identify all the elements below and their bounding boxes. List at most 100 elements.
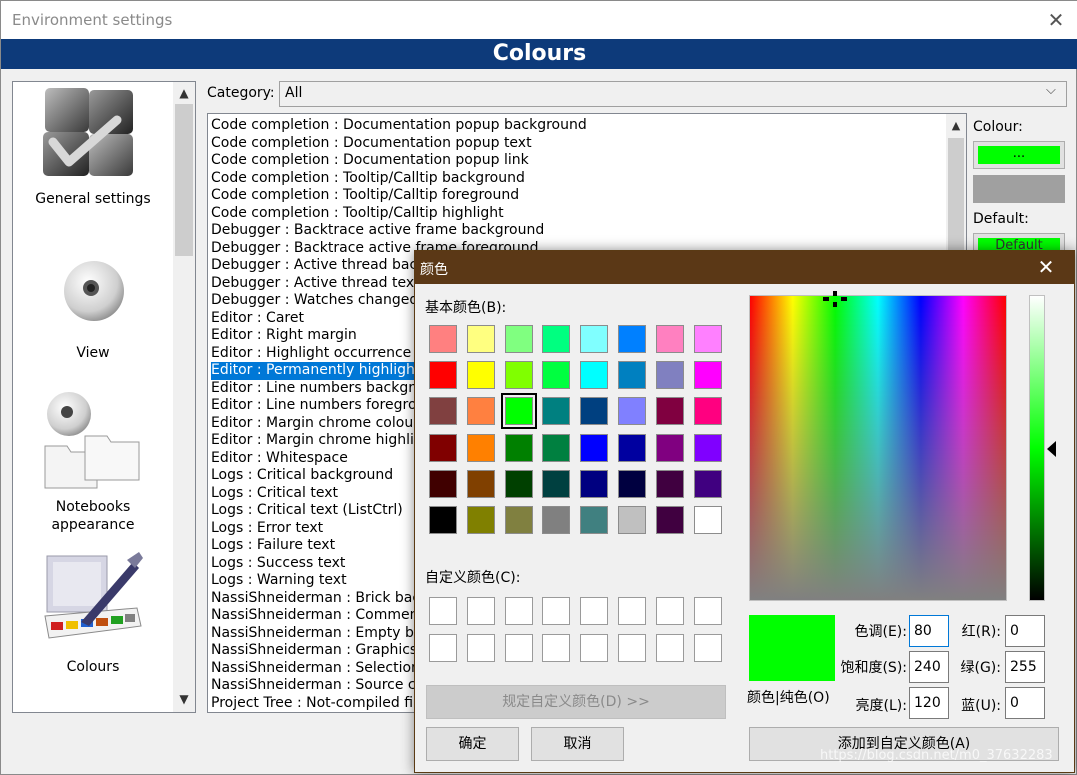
scrollbar-thumb[interactable] — [948, 138, 964, 268]
basic-color-swatch[interactable] — [466, 325, 495, 353]
sidebar-item-notebooks-appearance[interactable]: Notebooks appearance — [13, 390, 173, 540]
sidebar-scrollbar[interactable]: ▲ ▼ — [173, 82, 195, 712]
list-item[interactable]: NassiShneiderman : Comment — [211, 607, 428, 625]
basic-color-swatch[interactable] — [693, 397, 722, 426]
list-item[interactable]: Code completion : Tooltip/Calltip backgr… — [211, 170, 529, 188]
ok-button[interactable]: 确定 — [426, 727, 519, 761]
list-item[interactable]: NassiShneiderman : Selection — [211, 660, 424, 678]
basic-color-swatch[interactable] — [655, 469, 684, 498]
basic-color-swatch[interactable] — [429, 361, 457, 390]
list-item[interactable]: Logs : Critical text — [211, 485, 342, 503]
sidebar-item-general-settings[interactable]: General settings — [13, 82, 173, 217]
list-item[interactable]: Logs : Critical text (ListCtrl) — [211, 502, 407, 520]
basic-color-swatch[interactable] — [693, 506, 722, 534]
sidebar-item-view[interactable]: View — [13, 254, 173, 364]
custom-color-swatch[interactable] — [693, 597, 722, 625]
green-input[interactable]: 255 — [1005, 651, 1045, 683]
basic-color-swatch[interactable] — [693, 433, 722, 462]
basic-color-swatch[interactable] — [542, 397, 571, 426]
basic-color-swatch[interactable] — [618, 433, 646, 462]
basic-color-swatch[interactable] — [618, 325, 646, 353]
list-item[interactable]: Editor : Right margin — [211, 327, 361, 345]
basic-color-swatch[interactable] — [542, 433, 571, 462]
basic-color-swatch[interactable] — [580, 469, 609, 498]
scroll-up-arrow-icon[interactable]: ▲ — [946, 116, 966, 136]
basic-color-swatch[interactable] — [542, 506, 571, 534]
basic-color-swatch[interactable] — [580, 397, 609, 426]
custom-color-swatch[interactable] — [618, 634, 646, 662]
window-close-button[interactable]: ✕ — [1041, 6, 1071, 34]
basic-color-swatch[interactable] — [618, 397, 646, 426]
basic-color-swatch[interactable] — [693, 325, 722, 353]
custom-color-swatch[interactable] — [580, 634, 609, 662]
red-input[interactable]: 0 — [1005, 615, 1045, 647]
basic-color-swatch[interactable] — [580, 433, 609, 462]
basic-color-swatch[interactable] — [504, 469, 533, 498]
basic-color-swatch[interactable] — [504, 361, 533, 390]
list-item[interactable]: Editor : Line numbers foreground — [211, 397, 447, 415]
basic-color-swatch[interactable] — [655, 325, 684, 353]
custom-color-swatch[interactable] — [542, 634, 571, 662]
colour-picker-button[interactable]: ... — [973, 141, 1065, 169]
list-item[interactable]: Editor : Caret — [211, 310, 308, 328]
basic-color-swatch[interactable] — [580, 506, 609, 534]
custom-color-swatch[interactable] — [504, 597, 533, 625]
basic-color-swatch[interactable] — [655, 506, 684, 534]
basic-color-swatch[interactable] — [655, 397, 684, 426]
basic-color-swatch[interactable] — [504, 506, 533, 534]
custom-color-swatch[interactable] — [618, 597, 646, 625]
custom-color-swatch[interactable] — [693, 634, 722, 662]
luminance-slider[interactable] — [1029, 295, 1045, 601]
basic-color-swatch[interactable] — [618, 506, 646, 534]
luminance-input[interactable]: 120 — [909, 687, 949, 719]
basic-color-swatch[interactable] — [500, 393, 537, 430]
scrollbar-thumb[interactable] — [175, 104, 193, 256]
list-item[interactable]: Logs : Failure text — [211, 537, 339, 555]
list-item[interactable]: Code completion : Documentation popup li… — [211, 152, 533, 170]
list-item[interactable]: Code completion : Tooltip/Calltip highli… — [211, 205, 508, 223]
list-item[interactable]: Code completion : Documentation popup te… — [211, 135, 536, 153]
list-item[interactable]: Code completion : Tooltip/Calltip foregr… — [211, 187, 523, 205]
custom-color-swatch[interactable] — [542, 597, 571, 625]
basic-color-swatch[interactable] — [504, 325, 533, 353]
custom-color-swatch[interactable] — [466, 597, 495, 625]
define-custom-colors-button[interactable]: 规定自定义颜色(D) >> — [426, 685, 726, 719]
basic-color-swatch[interactable] — [542, 361, 571, 390]
basic-color-swatch[interactable] — [693, 361, 722, 390]
basic-color-swatch[interactable] — [542, 325, 571, 353]
basic-color-swatch[interactable] — [466, 506, 495, 534]
basic-color-swatch[interactable] — [429, 506, 457, 534]
basic-color-swatch[interactable] — [466, 361, 495, 390]
basic-color-swatch[interactable] — [655, 361, 684, 390]
luminance-arrow-icon[interactable] — [1047, 441, 1056, 457]
basic-color-swatch[interactable] — [466, 433, 495, 462]
basic-color-swatch[interactable] — [580, 361, 609, 390]
basic-color-swatch[interactable] — [542, 469, 571, 498]
color-solid-label[interactable]: 颜色|纯色(O) — [747, 687, 830, 707]
list-item[interactable]: Code completion : Documentation popup ba… — [211, 117, 591, 135]
basic-color-swatch[interactable] — [429, 469, 457, 498]
basic-color-swatch[interactable] — [580, 325, 609, 353]
hue-input[interactable]: 80 — [909, 615, 949, 647]
custom-color-swatch[interactable] — [504, 634, 533, 662]
custom-color-swatch[interactable] — [655, 634, 684, 662]
basic-color-swatch[interactable] — [504, 433, 533, 462]
basic-color-swatch[interactable] — [429, 397, 457, 426]
sidebar-item-colours[interactable]: Colours — [13, 550, 173, 680]
blue-input[interactable]: 0 — [1005, 687, 1045, 719]
list-item[interactable]: Editor : Highlight occurrence — [211, 345, 415, 363]
list-item[interactable]: Project Tree : Not-compiled file — [211, 695, 430, 713]
basic-color-swatch[interactable] — [618, 361, 646, 390]
custom-color-swatch[interactable] — [429, 634, 457, 662]
list-item[interactable]: NassiShneiderman : Source code — [211, 677, 446, 695]
list-item[interactable]: Logs : Success text — [211, 555, 349, 573]
list-item[interactable]: NassiShneiderman : Empty brick — [211, 625, 443, 643]
list-item[interactable]: Debugger : Active thread text — [211, 275, 424, 293]
list-item[interactable]: Debugger : Backtrace active frame backgr… — [211, 222, 548, 240]
list-item[interactable]: Logs : Warning text — [211, 572, 351, 590]
custom-color-swatch[interactable] — [580, 597, 609, 625]
basic-color-swatch[interactable] — [693, 469, 722, 498]
saturation-input[interactable]: 240 — [909, 651, 949, 683]
list-item[interactable]: Editor : Margin chrome colour — [211, 415, 423, 433]
custom-color-swatch[interactable] — [466, 634, 495, 662]
